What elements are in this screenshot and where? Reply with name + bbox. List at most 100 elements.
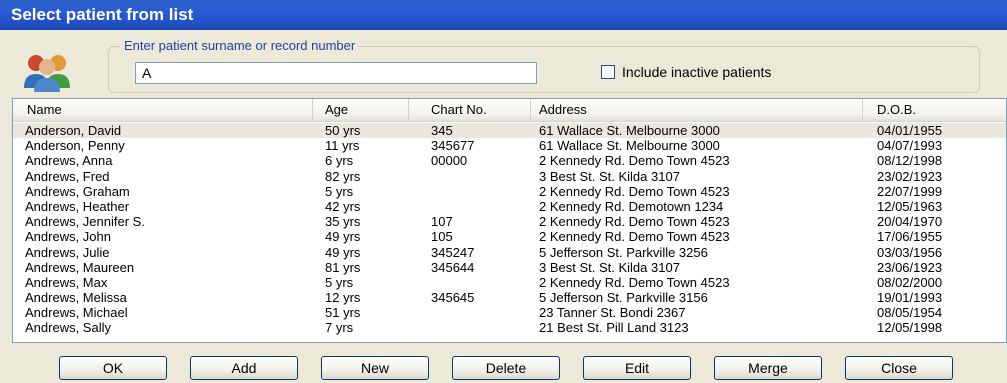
- cell-chart-no: 345644: [431, 259, 475, 275]
- column-header-address[interactable]: Address: [533, 99, 863, 121]
- table-row[interactable]: Anderson, Penny 11 yrs 345677 61 Wallace St…: [13, 138, 1006, 153]
- table-row[interactable]: Andrews, Max 5 yrs 2 Kennedy Rd. Demo Town…: [13, 275, 1006, 290]
- table-row[interactable]: Andrews, Maureen 81 yrs 345644 3 Best St. S…: [13, 260, 1006, 275]
- table-row[interactable]: Anderson, David 50 yrs 345 61 Wallace St. M…: [13, 123, 1006, 139]
- cell-dob: 08/05/1954: [877, 305, 943, 321]
- close-button[interactable]: Close: [845, 356, 953, 380]
- column-header-dob[interactable]: D.O.B.: [871, 99, 1005, 121]
- cell-dob: 08/02/2000: [877, 274, 943, 290]
- patients-group-icon: [24, 55, 70, 92]
- cell-address: 2 Kennedy Rd. Demo Town 4523: [539, 153, 730, 169]
- cell-dob: 04/01/1955: [877, 123, 943, 138]
- include-inactive-label: Include inactive patients: [622, 64, 772, 80]
- cell-name: Andrews, Maureen: [25, 259, 135, 275]
- cell-name: Andrews, Michael: [25, 305, 128, 321]
- cell-chart-no: 107: [431, 214, 453, 230]
- cell-name: Andrews, Melissa: [25, 290, 127, 306]
- cell-name: Anderson, David: [25, 123, 122, 138]
- window-title: Select patient from list: [0, 0, 1007, 30]
- cell-name: Andrews, Anna: [25, 153, 113, 169]
- search-legend: Enter patient surname or record number: [120, 38, 360, 54]
- cell-age: 49 yrs: [325, 244, 361, 260]
- cell-address: 61 Wallace St. Melbourne 3000: [539, 138, 720, 154]
- cell-address: 3 Best St. St. Kilda 3107: [539, 259, 680, 275]
- table-row[interactable]: Andrews, Michael 51 yrs 23 Tanner St. Bond…: [13, 305, 1006, 320]
- ok-button[interactable]: OK: [59, 356, 167, 380]
- cell-age: 7 yrs: [325, 320, 354, 336]
- table-row[interactable]: Andrews, Sally 7 yrs 21 Best St. Pill Land…: [13, 320, 1006, 335]
- cell-age: 81 yrs: [325, 259, 361, 275]
- cell-name: Andrews, Heather: [25, 198, 130, 214]
- cell-address: 2 Kennedy Rd. Demo Town 4523: [539, 274, 730, 290]
- add-button[interactable]: Add: [190, 356, 298, 380]
- cell-age: 5 yrs: [325, 274, 354, 290]
- cell-address: 21 Best St. Pill Land 3123: [539, 320, 689, 336]
- patient-search-input[interactable]: [135, 62, 537, 84]
- cell-address: 5 Jefferson St. Parkville 3256: [539, 244, 708, 260]
- cell-name: Anderson, Penny: [25, 138, 125, 154]
- cell-dob: 12/05/1998: [877, 320, 943, 336]
- cell-name: Andrews, Sally: [25, 320, 111, 336]
- table-row[interactable]: Andrews, John 49 yrs 105 2 Kennedy Rd. Demo…: [13, 229, 1006, 244]
- cell-dob: 08/12/1998: [877, 153, 943, 169]
- cell-dob: 03/03/1956: [877, 244, 943, 260]
- column-header-age[interactable]: Age: [319, 99, 409, 121]
- table-row[interactable]: Andrews, Jennifer S. 35 yrs 107 2 Kennedy R…: [13, 214, 1006, 229]
- cell-address: 61 Wallace St. Melbourne 3000: [539, 123, 720, 138]
- cell-dob: 17/06/1955: [877, 229, 943, 245]
- cell-chart-no: 345677: [431, 138, 475, 154]
- list-header: Name Age Chart No. Address D.O.B.: [13, 99, 1006, 122]
- edit-button[interactable]: Edit: [583, 356, 691, 380]
- include-inactive-checkbox[interactable]: [601, 65, 615, 79]
- cell-age: 35 yrs: [325, 214, 361, 230]
- table-row[interactable]: Andrews, Melissa 12 yrs 345645 5 Jefferson …: [13, 290, 1006, 305]
- cell-address: 5 Jefferson St. Parkville 3156: [539, 290, 708, 306]
- cell-address: 2 Kennedy Rd. Demo Town 4523: [539, 183, 730, 199]
- patient-list[interactable]: Name Age Chart No. Address D.O.B. Anders…: [12, 98, 1007, 343]
- cell-age: 51 yrs: [325, 305, 361, 321]
- cell-address: 2 Kennedy Rd. Demo Town 4523: [539, 214, 730, 230]
- cell-chart-no: 105: [431, 229, 453, 245]
- cell-age: 5 yrs: [325, 183, 354, 199]
- cell-name: Andrews, Fred: [25, 168, 110, 184]
- cell-age: 12 yrs: [325, 290, 361, 306]
- table-row[interactable]: Andrews, Julie 49 yrs 345247 5 Jefferson St…: [13, 245, 1006, 260]
- cell-name: Andrews, Julie: [25, 244, 110, 260]
- cell-address: 2 Kennedy Rd. Demo Town 4523: [539, 229, 730, 245]
- cell-name: Andrews, Graham: [25, 183, 130, 199]
- cell-dob: 22/07/1999: [877, 183, 943, 199]
- cell-chart-no: 345: [431, 123, 453, 138]
- cell-dob: 04/07/1993: [877, 138, 943, 154]
- cell-dob: 23/06/1923: [877, 259, 943, 275]
- new-button[interactable]: New: [321, 356, 429, 380]
- merge-button[interactable]: Merge: [714, 356, 822, 380]
- patient-rows: Anderson, David 50 yrs 345 61 Wallace St. M…: [13, 123, 1006, 336]
- cell-name: Andrews, Jennifer S.: [25, 214, 145, 230]
- cell-chart-no: 345645: [431, 290, 475, 306]
- cell-age: 50 yrs: [325, 123, 361, 138]
- table-row[interactable]: Andrews, Anna 6 yrs 00000 2 Kennedy Rd. Dem…: [13, 153, 1006, 168]
- cell-chart-no: 345247: [431, 244, 475, 260]
- table-row[interactable]: Andrews, Heather 42 yrs 2 Kennedy Rd. Demo…: [13, 199, 1006, 214]
- cell-chart-no: 00000: [431, 153, 468, 169]
- cell-address: 3 Best St. St. Kilda 3107: [539, 168, 680, 184]
- cell-age: 6 yrs: [325, 153, 354, 169]
- cell-address: 23 Tanner St. Bondi 2367: [539, 305, 686, 321]
- table-row[interactable]: Andrews, Graham 5 yrs 2 Kennedy Rd. Demo T…: [13, 184, 1006, 199]
- cell-dob: 12/05/1963: [877, 198, 943, 214]
- cell-name: Andrews, John: [25, 229, 111, 245]
- cell-age: 82 yrs: [325, 168, 361, 184]
- cell-dob: 19/01/1993: [877, 290, 943, 306]
- cell-dob: 20/04/1970: [877, 214, 943, 230]
- cell-age: 11 yrs: [325, 138, 360, 154]
- cell-age: 49 yrs: [325, 229, 361, 245]
- delete-button[interactable]: Delete: [452, 356, 560, 380]
- column-header-name[interactable]: Name: [21, 99, 313, 121]
- cell-dob: 23/02/1923: [877, 168, 943, 184]
- cell-age: 42 yrs: [325, 198, 361, 214]
- table-row[interactable]: Andrews, Fred 82 yrs 3 Best St. St. Kilda …: [13, 169, 1006, 184]
- cell-address: 2 Kennedy Rd. Demotown 1234: [539, 198, 724, 214]
- column-header-chart-no[interactable]: Chart No.: [425, 99, 531, 121]
- cell-name: Andrews, Max: [25, 274, 108, 290]
- button-bar: OK Add New Delete Edit Merge Close: [0, 356, 1007, 383]
